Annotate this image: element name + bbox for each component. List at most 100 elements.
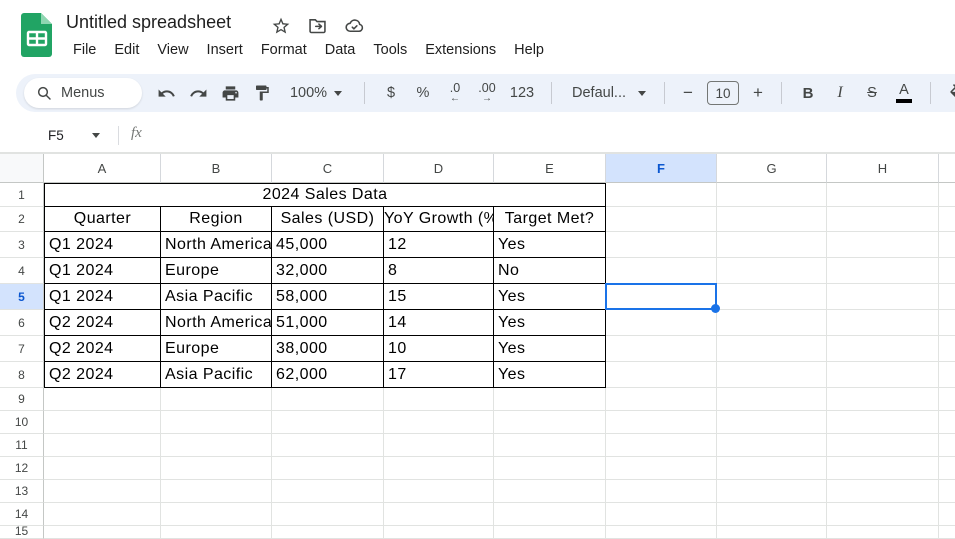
decrease-font-size-button[interactable]: − [675,78,701,108]
cell[interactable] [827,457,939,480]
cell[interactable] [939,457,955,480]
cell[interactable] [494,457,606,480]
cell-header-sales[interactable]: Sales (USD) [272,207,384,232]
menu-view[interactable]: View [148,39,197,61]
cell[interactable] [827,526,939,539]
cell[interactable] [827,284,939,310]
row-header-11[interactable]: 11 [0,434,44,457]
cell[interactable]: Q2 2024 [44,336,161,362]
cell[interactable] [827,258,939,284]
cell[interactable] [44,388,161,411]
cell[interactable] [384,526,494,539]
cell[interactable] [606,183,717,207]
cell-header-quarter[interactable]: Quarter [44,207,161,232]
cell[interactable] [717,362,827,388]
fill-handle[interactable] [711,304,720,313]
cell[interactable] [384,434,494,457]
cell[interactable]: 10 [384,336,494,362]
cell[interactable] [717,258,827,284]
cell[interactable] [606,411,717,434]
cell[interactable]: Yes [494,232,606,258]
column-header-a[interactable]: A [44,154,161,183]
cell[interactable] [272,457,384,480]
cell[interactable] [606,388,717,411]
row-header-5-selected[interactable]: 5 [0,284,44,310]
cell[interactable] [494,411,606,434]
cell[interactable] [717,284,827,310]
cell[interactable] [161,411,272,434]
row-header-13[interactable]: 13 [0,480,44,503]
cell[interactable] [44,503,161,526]
strikethrough-button[interactable]: S [856,78,888,108]
cell[interactable] [494,434,606,457]
cell[interactable] [939,411,955,434]
name-box[interactable]: F5 [0,118,118,152]
cell[interactable] [717,336,827,362]
cell[interactable]: 58,000 [272,284,384,310]
menu-extensions[interactable]: Extensions [416,39,505,61]
cell[interactable] [272,526,384,539]
menu-edit[interactable]: Edit [105,39,148,61]
cell[interactable]: 62,000 [272,362,384,388]
column-header-e[interactable]: E [494,154,606,183]
font-family-selector[interactable]: Defaul... [562,78,654,108]
column-header-d[interactable]: D [384,154,494,183]
cell[interactable]: North America [161,310,272,336]
cell[interactable] [939,362,955,388]
cell[interactable] [494,480,606,503]
cell[interactable] [939,388,955,411]
row-header-6[interactable]: 6 [0,310,44,336]
cell[interactable]: 15 [384,284,494,310]
cell[interactable] [827,232,939,258]
cell[interactable] [161,388,272,411]
row-header-8[interactable]: 8 [0,362,44,388]
cell[interactable] [606,526,717,539]
cell[interactable] [272,388,384,411]
cell[interactable] [939,232,955,258]
cell[interactable]: 12 [384,232,494,258]
undo-button[interactable] [150,78,182,108]
cell[interactable]: 51,000 [272,310,384,336]
cell[interactable] [606,434,717,457]
cell[interactable] [161,480,272,503]
zoom-control[interactable]: 100% [278,78,354,108]
column-header-c[interactable]: C [272,154,384,183]
cell[interactable] [827,434,939,457]
cell[interactable] [717,183,827,207]
cell[interactable] [827,336,939,362]
select-all-corner[interactable] [0,154,44,183]
row-header-14[interactable]: 14 [0,503,44,526]
format-percent-button[interactable]: % [407,78,439,108]
cell[interactable] [717,207,827,232]
fill-color-button[interactable] [941,78,955,108]
cell[interactable] [44,480,161,503]
cell[interactable] [606,503,717,526]
cell[interactable] [606,336,717,362]
column-header-f-selected[interactable]: F [606,154,717,183]
cell[interactable]: 8 [384,258,494,284]
row-header-10[interactable]: 10 [0,411,44,434]
cell[interactable] [384,388,494,411]
menu-insert[interactable]: Insert [198,39,252,61]
menus-search-button[interactable]: Menus [24,78,142,108]
cell[interactable]: No [494,258,606,284]
decrease-decimal-button[interactable]: .0← [439,78,471,108]
cell[interactable] [827,310,939,336]
cell[interactable]: Q2 2024 [44,310,161,336]
cell[interactable] [939,336,955,362]
row-header-1[interactable]: 1 [0,183,44,207]
cell[interactable]: Q2 2024 [44,362,161,388]
cell[interactable] [939,183,955,207]
cell[interactable] [717,434,827,457]
cell[interactable]: Asia Pacific [161,284,272,310]
cell-header-target[interactable]: Target Met? [494,207,606,232]
menu-tools[interactable]: Tools [364,39,416,61]
cell[interactable] [827,362,939,388]
menu-file[interactable]: File [64,39,105,61]
cell-header-growth[interactable]: YoY Growth (%) [384,207,494,232]
cell[interactable]: 32,000 [272,258,384,284]
menu-format[interactable]: Format [252,39,316,61]
cell[interactable] [939,310,955,336]
cell[interactable] [272,480,384,503]
cell-header-region[interactable]: Region [161,207,272,232]
